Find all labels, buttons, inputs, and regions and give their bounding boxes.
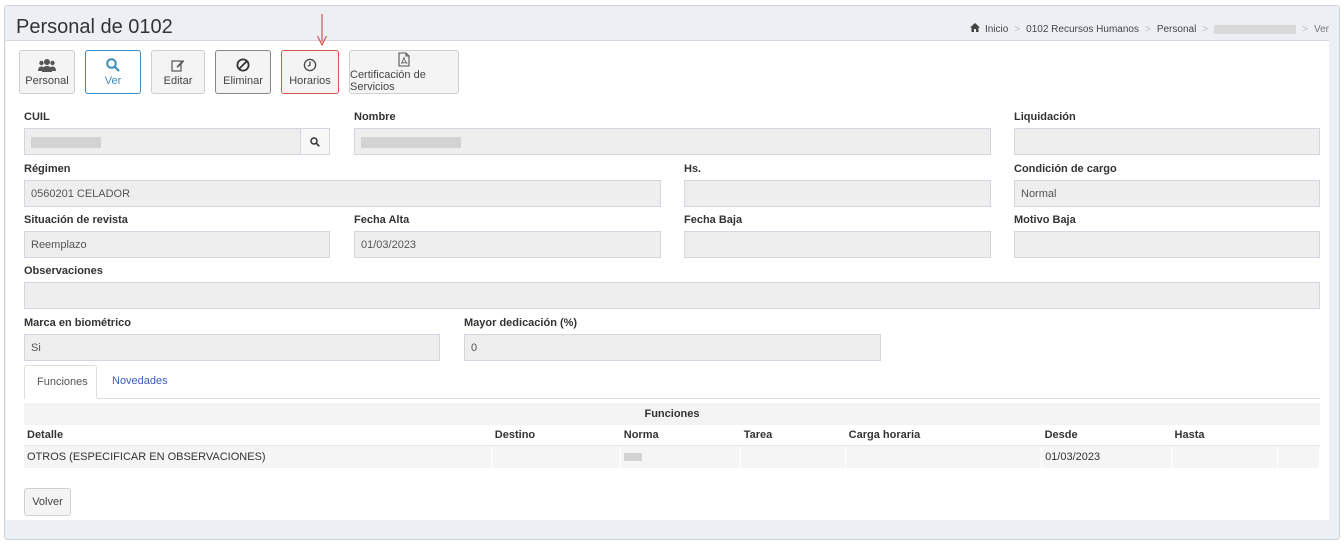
certificacion-button-label: Certificación de Servicios: [350, 69, 426, 93]
nombre-field[interactable]: [354, 128, 991, 155]
hs-label: Hs.: [684, 163, 702, 175]
home-icon: [969, 23, 980, 35]
editar-button[interactable]: Editar: [151, 50, 205, 94]
column-header-hasta: Hasta: [1171, 425, 1278, 446]
table-row[interactable]: OTROS (ESPECIFICAR EN OBSERVACIONES) 01/…: [24, 445, 1321, 468]
action-toolbar: Personal Ver Editar Eliminar Horarios Ce…: [19, 50, 459, 94]
observaciones-field[interactable]: [24, 282, 1320, 309]
clock-icon: [303, 57, 317, 73]
column-header-actions: [1277, 425, 1320, 446]
fecha-baja-label: Fecha Baja: [684, 214, 743, 226]
dedicacion-field[interactable]: 0: [464, 334, 881, 361]
observaciones-label: Observaciones: [24, 265, 103, 277]
breadcrumb-current: Ver: [1313, 23, 1329, 35]
editar-button-label: Editar: [163, 75, 193, 87]
breadcrumb-redacted-item[interactable]: [1214, 24, 1297, 34]
redacted-value: [624, 452, 643, 461]
column-header-carga-horaria: Carga horaria: [845, 425, 1042, 446]
cuil-label: CUIL: [24, 111, 50, 123]
personal-button-label: Personal: [25, 75, 69, 87]
cell-tarea: [740, 445, 847, 468]
cell-desde: 01/03/2023: [1041, 445, 1173, 468]
volver-button[interactable]: Volver: [24, 488, 71, 516]
eliminar-button-label: Eliminar: [223, 75, 263, 87]
breadcrumb-separator: >: [1302, 23, 1308, 35]
tab-bar: Funciones Novedades: [24, 365, 1320, 399]
regimen-label: Régimen: [24, 163, 71, 175]
breadcrumb: Inicio > 0102 Recursos Humanos > Persona…: [969, 23, 1329, 35]
cell-destino: [491, 445, 622, 468]
cuil-field[interactable]: [24, 128, 301, 155]
breadcrumb-personal[interactable]: Personal: [1157, 24, 1196, 35]
cuil-search-button[interactable]: [300, 128, 330, 155]
cell-hasta: [1171, 445, 1278, 468]
hs-field[interactable]: [684, 180, 991, 207]
edit-icon: [171, 57, 185, 73]
funciones-table: Detalle Destino Norma Tarea Carga horari…: [24, 425, 1321, 468]
breadcrumb-separator: >: [1202, 23, 1209, 35]
ban-icon: [236, 57, 250, 73]
users-icon: [38, 57, 56, 73]
table-header-row: Detalle Destino Norma Tarea Carga horari…: [24, 425, 1320, 446]
motivo-baja-field[interactable]: [1014, 231, 1320, 258]
redacted-value: [361, 136, 461, 148]
liquidacion-label: Liquidación: [1014, 111, 1076, 123]
certificacion-button[interactable]: Certificación de Servicios: [349, 50, 459, 94]
tab-novedades[interactable]: Novedades: [100, 365, 180, 399]
search-icon: [310, 136, 320, 147]
breadcrumb-separator: >: [1144, 23, 1151, 35]
liquidacion-field[interactable]: [1014, 128, 1320, 155]
eliminar-button[interactable]: Eliminar: [215, 50, 271, 94]
page-title: Personal de 0102: [16, 16, 173, 38]
ver-button-label: Ver: [104, 75, 122, 87]
fecha-baja-field[interactable]: [684, 231, 991, 258]
fecha-alta-field[interactable]: 01/03/2023: [354, 231, 661, 258]
tab-funciones[interactable]: Funciones: [24, 365, 97, 399]
pdf-file-icon: [398, 51, 410, 67]
regimen-field[interactable]: 0560201 CELADOR: [24, 180, 661, 207]
annotation-arrow-icon: [317, 14, 327, 46]
condicion-field[interactable]: Normal: [1014, 180, 1320, 207]
motivo-baja-label: Motivo Baja: [1014, 214, 1076, 226]
column-header-desde: Desde: [1041, 425, 1172, 446]
cell-actions: [1277, 445, 1321, 468]
column-header-destino: Destino: [491, 425, 621, 446]
column-header-norma: Norma: [620, 425, 741, 446]
marca-label: Marca en biométrico: [24, 317, 131, 329]
dedicacion-label: Mayor dedicación (%): [464, 317, 578, 329]
situacion-field[interactable]: Reemplazo: [24, 231, 330, 258]
situacion-label: Situación de revista: [24, 214, 128, 226]
column-header-tarea: Tarea: [740, 425, 846, 446]
condicion-label: Condición de cargo: [1014, 163, 1117, 175]
marca-field[interactable]: Si: [24, 334, 440, 361]
cell-norma: [620, 445, 742, 468]
breadcrumb-recursos-humanos[interactable]: 0102 Recursos Humanos: [1026, 24, 1139, 35]
cell-detalle: OTROS (ESPECIFICAR EN OBSERVACIONES): [24, 445, 493, 468]
cell-carga-horaria: [845, 445, 1043, 468]
breadcrumb-separator: >: [1014, 23, 1021, 35]
table-caption: Funciones: [24, 403, 1320, 425]
redacted-value: [31, 136, 101, 148]
nombre-label: Nombre: [354, 111, 396, 123]
column-header-detalle: Detalle: [24, 425, 492, 446]
breadcrumb-inicio[interactable]: Inicio: [985, 24, 1008, 35]
search-icon: [106, 57, 120, 73]
horarios-button-label: Horarios: [289, 75, 331, 87]
horarios-button[interactable]: Horarios: [281, 50, 339, 94]
fecha-alta-label: Fecha Alta: [354, 214, 410, 226]
personal-button[interactable]: Personal: [19, 50, 75, 94]
ver-button[interactable]: Ver: [85, 50, 141, 94]
